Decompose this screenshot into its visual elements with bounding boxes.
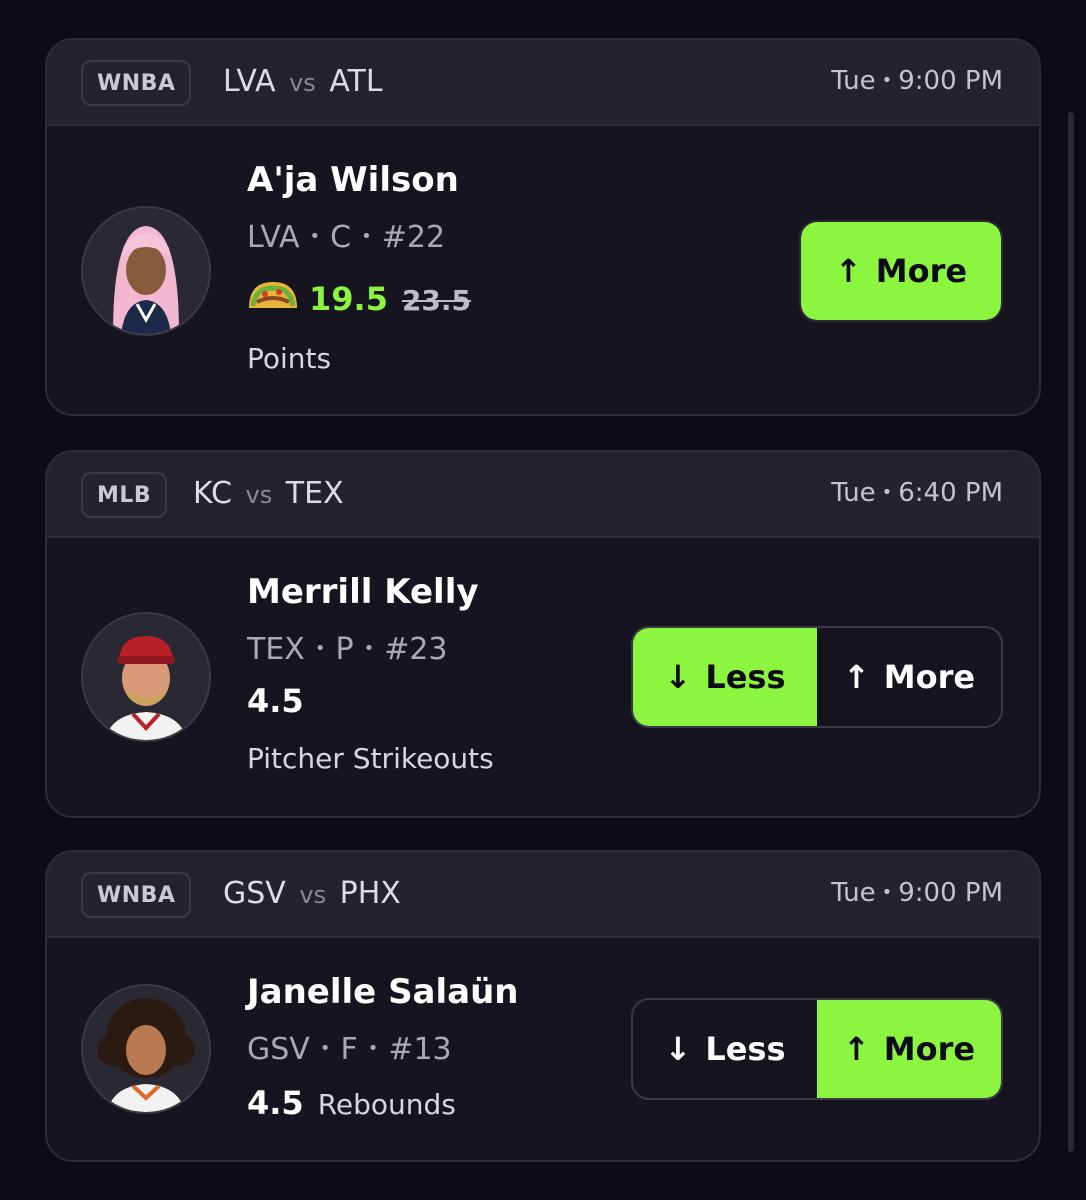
game-day: Tue: [831, 66, 876, 96]
prop-card-aja-wilson[interactable]: WNBA LVA vs ATL Tue • 9:00 PM A'ja Wilson: [45, 38, 1041, 416]
player-avatar: [81, 206, 211, 336]
more-label: More: [875, 252, 968, 290]
scrollbar[interactable]: [1068, 112, 1074, 1152]
separator-dot: •: [361, 226, 372, 247]
league-badge: MLB: [81, 472, 168, 518]
more-button[interactable]: ↑ More: [817, 1000, 1001, 1098]
line-row: 4.5: [247, 682, 304, 720]
player-team: LVA: [247, 220, 300, 255]
arrow-down-icon: ↓: [664, 1030, 692, 1068]
original-line-value: 23.5: [401, 284, 472, 317]
more-button[interactable]: ↑ More: [817, 628, 1001, 726]
separator-dot: •: [319, 1038, 331, 1059]
pick-group: ↓ Less ↑ More: [631, 626, 1003, 728]
player-number: #23: [384, 632, 448, 667]
matchup: GSV vs PHX: [223, 876, 401, 911]
more-button[interactable]: ↑ More: [801, 222, 1001, 320]
separator-dot: •: [367, 1038, 379, 1059]
card-header: WNBA GSV vs PHX Tue • 9:00 PM: [47, 852, 1039, 938]
stat-label: Points: [247, 342, 332, 375]
game-time: Tue • 6:40 PM: [831, 478, 1003, 508]
game-clock: 6:40 PM: [898, 478, 1003, 508]
player-avatar: [81, 984, 211, 1114]
pick-group: ↑ More: [799, 220, 1003, 322]
line-row: 19.5 23.5: [247, 278, 471, 318]
league-badge: WNBA: [81, 872, 192, 918]
arrow-up-icon: ↑: [842, 1030, 870, 1068]
arrow-up-icon: ↑: [842, 658, 870, 696]
promo-line-value: 19.5: [309, 280, 388, 318]
player-name: Janelle Salaün: [247, 972, 519, 1012]
player-position: P: [335, 632, 354, 667]
separator-dot: •: [314, 638, 326, 659]
game-clock: 9:00 PM: [898, 66, 1003, 96]
taco-icon: [247, 278, 299, 310]
prop-card-merrill-kelly[interactable]: MLB KC vs TEX Tue • 6:40 PM Merrill Kelly: [45, 450, 1041, 818]
vs-label: vs: [299, 881, 327, 909]
vs-label: vs: [245, 481, 273, 509]
game-time: Tue • 9:00 PM: [831, 66, 1003, 96]
player-team: TEX: [247, 632, 305, 667]
less-label: Less: [705, 658, 786, 696]
away-team: TEX: [285, 476, 344, 511]
game-day: Tue: [831, 878, 876, 908]
game-day: Tue: [831, 478, 876, 508]
player-number: #22: [381, 220, 446, 255]
player-name: A'ja Wilson: [247, 160, 459, 200]
matchup: LVA vs ATL: [223, 64, 383, 99]
card-header: MLB KC vs TEX Tue • 6:40 PM: [47, 452, 1039, 538]
player-meta: GSV • F • #13: [247, 1032, 452, 1067]
separator-dot: •: [309, 226, 321, 247]
less-label: Less: [705, 1030, 786, 1068]
less-button[interactable]: ↓ Less: [633, 1000, 817, 1098]
player-number: #13: [388, 1032, 452, 1067]
away-team: ATL: [329, 64, 383, 99]
prop-card-janelle-salaun[interactable]: WNBA GSV vs PHX Tue • 9:00 PM Janelle Sala…: [45, 850, 1041, 1162]
line-row: 4.5 Rebounds: [247, 1084, 456, 1122]
away-team: PHX: [339, 876, 401, 911]
vs-label: vs: [289, 69, 316, 97]
game-time: Tue • 9:00 PM: [831, 878, 1003, 908]
player-name: Merrill Kelly: [247, 572, 479, 612]
line-value: 4.5: [247, 1084, 304, 1122]
separator-dot: •: [881, 70, 893, 91]
player-avatar: [81, 612, 211, 742]
picks-screen: WNBA LVA vs ATL Tue • 9:00 PM A'ja Wilson: [0, 0, 1086, 1200]
player-meta: LVA • C • #22: [247, 220, 445, 255]
home-team: LVA: [223, 64, 276, 99]
player-team: GSV: [247, 1032, 310, 1067]
player-position: C: [330, 220, 352, 255]
arrow-up-icon: ↑: [834, 252, 862, 290]
home-team: KC: [193, 476, 232, 511]
line-value: 4.5: [247, 682, 304, 720]
league-badge: WNBA: [81, 60, 192, 106]
more-label: More: [883, 658, 976, 696]
separator-dot: •: [363, 638, 375, 659]
arrow-down-icon: ↓: [664, 658, 692, 696]
game-clock: 9:00 PM: [898, 878, 1003, 908]
player-position: F: [340, 1032, 358, 1067]
stat-label: Pitcher Strikeouts: [247, 742, 494, 775]
card-header: WNBA LVA vs ATL Tue • 9:00 PM: [47, 40, 1039, 126]
separator-dot: •: [881, 482, 893, 503]
stat-label: Rebounds: [317, 1088, 456, 1121]
pick-group: ↓ Less ↑ More: [631, 998, 1003, 1100]
separator-dot: •: [881, 882, 893, 903]
home-team: GSV: [223, 876, 286, 911]
less-button[interactable]: ↓ Less: [633, 628, 817, 726]
more-label: More: [883, 1030, 976, 1068]
player-meta: TEX • P • #23: [247, 632, 448, 667]
matchup: KC vs TEX: [193, 476, 344, 511]
